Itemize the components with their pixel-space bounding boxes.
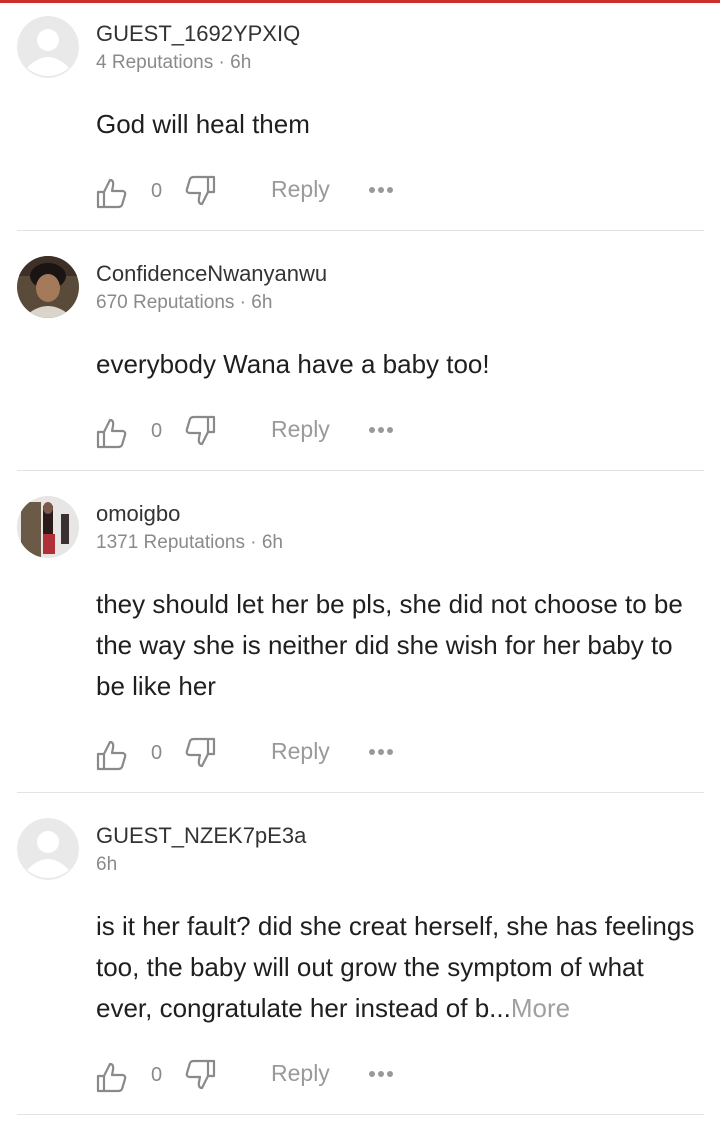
comment-text: everybody Wana have a baby too! [96, 349, 490, 379]
username[interactable]: GUEST_1692YPXIQ [96, 21, 300, 47]
thumbs-down-icon[interactable] [184, 174, 216, 208]
thumbs-up-icon[interactable] [96, 738, 128, 772]
comment-actions: 0 Reply [0, 736, 720, 776]
comment-meta: 6h [96, 854, 118, 875]
thumbs-up-icon[interactable] [96, 176, 128, 210]
top-accent-bar [0, 0, 720, 3]
comment-meta: 1371 Reputations · 6h [96, 532, 283, 553]
default-avatar-icon [17, 818, 79, 880]
thumbs-up-icon[interactable] [96, 416, 128, 450]
thumbs-down-icon[interactable] [184, 736, 216, 770]
divider [17, 1114, 704, 1115]
photo-avatar-icon [17, 496, 79, 558]
more-options-icon[interactable] [368, 1064, 396, 1084]
comment-meta: 4 Reputations · 6h [96, 52, 252, 73]
default-avatar-icon [17, 16, 79, 78]
thumbs-up-icon[interactable] [96, 1060, 128, 1094]
comment-actions: 0 Reply [0, 174, 720, 214]
more-link[interactable]: More [511, 993, 570, 1023]
username[interactable]: GUEST_NZEK7pE3a [96, 823, 306, 849]
more-options-icon[interactable] [368, 742, 396, 762]
like-count: 0 [151, 420, 163, 442]
divider [17, 470, 704, 471]
reply-button[interactable]: Reply [271, 176, 330, 203]
avatar[interactable] [17, 496, 79, 558]
like-count: 0 [151, 180, 163, 202]
more-options-icon[interactable] [368, 420, 396, 440]
reply-button[interactable]: Reply [271, 1060, 330, 1087]
comment-actions: 0 Reply [0, 414, 720, 454]
comment-meta: 670 Reputations · 6h [96, 292, 273, 313]
avatar[interactable] [17, 256, 79, 318]
more-options-icon[interactable] [368, 180, 396, 200]
like-count: 0 [151, 1064, 163, 1086]
divider [17, 792, 704, 793]
avatar[interactable] [17, 16, 79, 78]
reply-button[interactable]: Reply [271, 416, 330, 443]
divider [17, 230, 704, 231]
photo-avatar-icon [17, 256, 79, 318]
username[interactable]: omoigbo [96, 501, 180, 527]
reply-button[interactable]: Reply [271, 738, 330, 765]
thumbs-down-icon[interactable] [184, 1058, 216, 1092]
comment-actions: 0 Reply [0, 1058, 720, 1098]
thumbs-down-icon[interactable] [184, 414, 216, 448]
comment-text: is it her fault? did she creat herself, … [96, 911, 695, 1023]
username[interactable]: ConfidenceNwanyanwu [96, 261, 327, 287]
comment-text: God will heal them [96, 109, 310, 139]
comment-text: they should let her be pls, she did not … [96, 589, 683, 701]
avatar[interactable] [17, 818, 79, 880]
like-count: 0 [151, 742, 163, 764]
